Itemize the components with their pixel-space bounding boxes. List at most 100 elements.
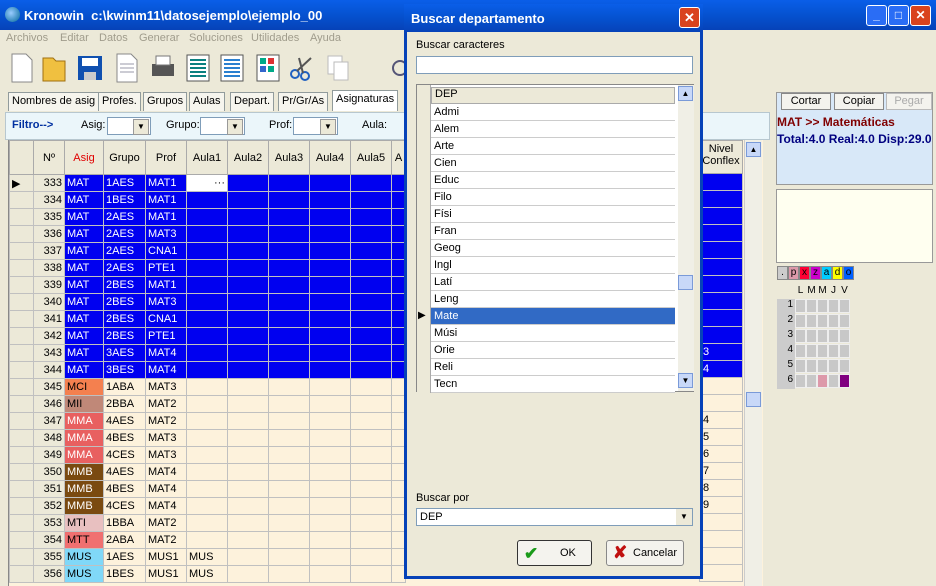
dep-list-item[interactable]: Músi — [431, 325, 675, 342]
cell-aula4[interactable] — [309, 514, 351, 532]
pegar-button[interactable]: Pegar — [886, 93, 932, 110]
cell-aula2[interactable] — [227, 344, 269, 362]
cell-asig[interactable]: MMA — [64, 412, 104, 430]
table-row[interactable]: 345 MCI 1ABA MAT3 — [9, 378, 406, 396]
cell-aula4[interactable] — [309, 463, 351, 481]
cell-aula4[interactable] — [309, 446, 351, 464]
cell-aula4[interactable] — [309, 310, 351, 328]
cell-grupo[interactable]: 2BBA — [103, 395, 146, 413]
cell-nivel[interactable] — [699, 293, 743, 310]
schedule-cell[interactable] — [839, 359, 850, 373]
cell-aula1[interactable] — [186, 429, 228, 447]
dep-list-item[interactable]: Ingl — [431, 257, 675, 274]
cell-n[interactable]: 350 — [33, 463, 65, 481]
col-header-aula1[interactable]: Aula1 — [186, 140, 228, 175]
table-row[interactable]: 341 MAT 2BES CNA1 — [9, 310, 406, 328]
cell-grupo[interactable]: 4AES — [103, 412, 146, 430]
cell-grupo[interactable]: 4CES — [103, 446, 146, 464]
cell-asig[interactable]: MII — [64, 395, 104, 413]
row-indicator[interactable] — [9, 463, 34, 481]
cell-aula4[interactable] — [309, 395, 351, 413]
cell-grupo[interactable]: 2BES — [103, 276, 146, 294]
cell-aula5[interactable] — [350, 548, 392, 566]
cell-aula3[interactable] — [268, 310, 310, 328]
schedule-cell[interactable] — [806, 299, 817, 313]
cell-aula1[interactable] — [186, 531, 228, 549]
table-row[interactable]: 355 MUS 1AES MUS1 MUS — [9, 548, 406, 566]
cell-prof[interactable]: MAT4 — [145, 361, 187, 379]
cell-aula4[interactable] — [309, 327, 351, 345]
cell-aula2[interactable] — [227, 242, 269, 260]
cell-aula3[interactable] — [268, 242, 310, 260]
cell-aula5[interactable] — [350, 395, 392, 413]
cell-aula2[interactable] — [227, 191, 269, 209]
cell-nivel[interactable]: 5 — [699, 429, 743, 446]
table-row[interactable]: 342 MAT 2BES PTE1 — [9, 327, 406, 345]
cell-aula2[interactable] — [227, 225, 269, 243]
dep-list-item[interactable]: Físi — [431, 206, 675, 223]
cell-n[interactable]: 348 — [33, 429, 65, 447]
tab-asignaturas[interactable]: Asignaturas — [332, 90, 399, 111]
col-header-aula3[interactable]: Aula3 — [268, 140, 310, 175]
cell-grupo[interactable]: 2AES — [103, 242, 146, 260]
cell-aula1[interactable]: MUS — [186, 548, 228, 566]
tab-nombres-asig[interactable]: Nombres de asig — [8, 92, 100, 111]
open-folder-icon[interactable] — [40, 52, 68, 84]
table-row[interactable]: 351 MMB 4BES MAT4 — [9, 480, 406, 498]
cancel-button[interactable]: ✘ Cancelar — [606, 540, 684, 566]
cell-aula3[interactable] — [268, 327, 310, 345]
row-indicator[interactable] — [9, 480, 34, 498]
legend-swatch[interactable]: o — [843, 266, 854, 280]
grid-color-icon[interactable] — [254, 52, 282, 84]
cell-asig[interactable]: MMA — [64, 429, 104, 447]
cell-asig[interactable]: MAT — [64, 344, 104, 362]
col-header-n[interactable]: Nº — [33, 140, 65, 175]
cell-grupo[interactable]: 1AES — [103, 174, 146, 192]
notes-box[interactable] — [776, 189, 933, 263]
table-row[interactable]: 340 MAT 2BES MAT3 — [9, 293, 406, 311]
cortar-button[interactable]: Cortar — [781, 93, 831, 110]
cell-aula2[interactable] — [227, 497, 269, 515]
cell-asig[interactable]: MCI — [64, 378, 104, 396]
dialog-close-button[interactable]: ✕ — [679, 7, 700, 28]
table-row[interactable]: 339 MAT 2BES MAT1 — [9, 276, 406, 294]
dep-scrollbar[interactable]: ▲ ▼ — [678, 85, 694, 391]
schedule-cell[interactable] — [806, 344, 817, 358]
cell-aula3[interactable] — [268, 446, 310, 464]
row-indicator[interactable] — [9, 446, 34, 464]
dep-list[interactable]: DEP Admi Alem Arte Cien Educ Filo Físi Fran Geog… — [416, 84, 694, 393]
row-indicator[interactable] — [9, 259, 34, 277]
menu-archivos[interactable]: Archivos — [6, 32, 48, 44]
cell-aula2[interactable] — [227, 412, 269, 430]
cell-aula4[interactable] — [309, 208, 351, 226]
cell-asig[interactable]: MAT — [64, 225, 104, 243]
chevron-down-icon[interactable]: ▼ — [676, 509, 692, 525]
cell-aula3[interactable] — [268, 259, 310, 277]
cell-aula4[interactable] — [309, 344, 351, 362]
cell-aula2[interactable] — [227, 446, 269, 464]
cell-prof[interactable]: MAT1 — [145, 191, 187, 209]
row-indicator[interactable] — [9, 293, 34, 311]
cell-n[interactable]: 352 — [33, 497, 65, 515]
col-header-nivel-conflex[interactable]: Nivel Conflex — [699, 140, 743, 174]
filter-asig-combo[interactable] — [107, 117, 151, 135]
cell-nivel[interactable] — [699, 327, 743, 344]
cell-aula1[interactable] — [186, 395, 228, 413]
cell-prof[interactable]: MUS1 — [145, 548, 187, 566]
cell-n[interactable]: 333 — [33, 174, 65, 192]
cell-aula5[interactable] — [350, 174, 392, 192]
cell-nivel[interactable] — [699, 276, 743, 293]
cell-grupo[interactable]: 4BES — [103, 480, 146, 498]
cell-aula3[interactable] — [268, 531, 310, 549]
cell-prof[interactable]: MAT3 — [145, 378, 187, 396]
dep-scroll-up-icon[interactable]: ▲ — [678, 86, 693, 101]
cell-n[interactable]: 349 — [33, 446, 65, 464]
cell-aula1[interactable] — [186, 361, 228, 379]
schedule-cell[interactable] — [795, 344, 806, 358]
grid-blue-icon[interactable] — [218, 52, 246, 84]
dep-list-item[interactable]: Alem — [431, 121, 675, 138]
cell-aula3[interactable] — [268, 395, 310, 413]
cell-aula1[interactable] — [186, 378, 228, 396]
document-icon[interactable] — [113, 52, 141, 84]
cell-aula1[interactable] — [186, 497, 228, 515]
